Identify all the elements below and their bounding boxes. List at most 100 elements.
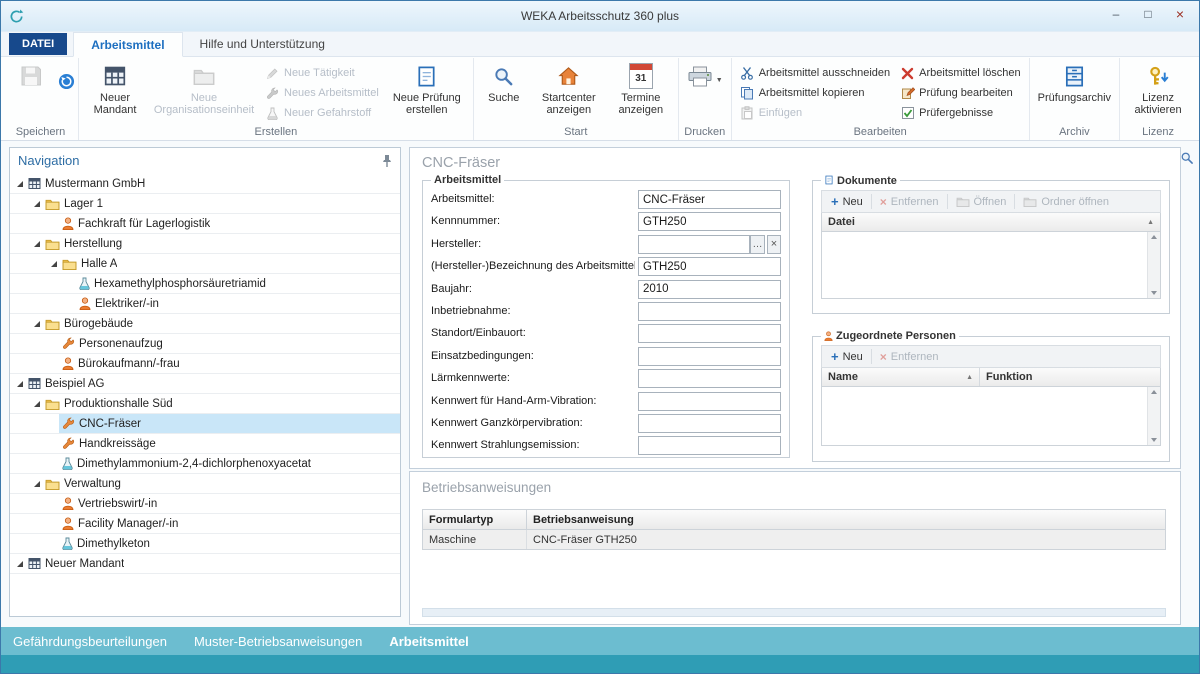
home-icon bbox=[557, 63, 580, 89]
footer-item-arbeitsmittel[interactable]: Arbeitsmittel bbox=[389, 634, 468, 649]
scroll-up-icon[interactable] bbox=[1151, 390, 1157, 394]
standort-input[interactable] bbox=[638, 324, 781, 344]
hersteller-browse-button[interactable]: … bbox=[750, 234, 765, 254]
neue-taetigkeit-button[interactable]: Neue Tätigkeit bbox=[260, 63, 384, 83]
termine-anzeigen-button[interactable]: 31 Termine anzeigen bbox=[607, 59, 675, 118]
column-header-name[interactable]: Name ▲ bbox=[822, 368, 980, 386]
tree-item-dimethylammonium-dichlorphenoxyacetat[interactable]: Dimethylammonium-2,4-dichlorphenoxyaceta… bbox=[10, 454, 400, 474]
arbeitsmittel-kopieren-button[interactable]: Arbeitsmittel kopieren bbox=[735, 83, 895, 103]
einfuegen-button[interactable]: Einfügen bbox=[735, 103, 895, 123]
arbeitsmittel-input[interactable] bbox=[638, 190, 781, 209]
minimize-button[interactable]: – bbox=[1101, 4, 1131, 24]
suche-button[interactable]: Suche bbox=[477, 59, 531, 106]
tree-item-facility-manager-in[interactable]: Facility Manager/-in bbox=[10, 514, 400, 534]
dokumente-ordner-oeffnen-button[interactable]: Ordner öffnen bbox=[1016, 192, 1116, 211]
pruefung-bearbeiten-button[interactable]: Prüfung bearbeiten bbox=[895, 83, 1026, 103]
column-header-funktion[interactable]: Funktion bbox=[980, 368, 1160, 386]
horizontal-scrollbar[interactable] bbox=[422, 608, 1166, 617]
personen-entfernen-button[interactable]: × Entfernen bbox=[873, 347, 946, 366]
personen-grid-body[interactable] bbox=[821, 387, 1161, 446]
expander-icon[interactable] bbox=[14, 380, 25, 388]
hersteller-input[interactable] bbox=[638, 234, 750, 254]
search-icon[interactable] bbox=[1180, 151, 1194, 168]
tree-item-verwaltung[interactable]: Verwaltung bbox=[10, 474, 400, 494]
tab-hilfe-und-unterstuetzung[interactable]: Hilfe und Unterstützung bbox=[183, 32, 342, 56]
tree-item-neuer-mandant[interactable]: Neuer Mandant bbox=[10, 554, 400, 574]
tree-item-cnc-fraeser[interactable]: CNC-Fräser bbox=[10, 414, 400, 434]
dokumente-oeffnen-button[interactable]: Öffnen bbox=[949, 192, 1014, 211]
strahlungsemission-input[interactable] bbox=[638, 436, 781, 456]
scroll-down-icon[interactable] bbox=[1151, 438, 1157, 442]
personen-neu-button[interactable]: + Neu bbox=[824, 347, 870, 366]
field-label-arbeitsmittel: Arbeitsmittel: bbox=[431, 193, 495, 205]
tree-item-buerokaufmann-frau[interactable]: Bürokaufmann/-frau bbox=[10, 354, 400, 374]
arbeitsmittel-loeschen-button[interactable]: Arbeitsmittel löschen bbox=[895, 63, 1026, 83]
tab-arbeitsmittel[interactable]: Arbeitsmittel bbox=[73, 32, 183, 57]
neuer-mandant-button[interactable]: Neuer Mandant bbox=[82, 59, 148, 118]
dokumente-grid-body[interactable] bbox=[821, 232, 1161, 299]
neuer-gefahrstoff-button[interactable]: Neuer Gefahrstoff bbox=[260, 103, 384, 123]
tree-item-fachkraft-fuer-lagerlogistik[interactable]: Fachkraft für Lagerlogistik bbox=[10, 214, 400, 234]
tree-item-personenaufzug[interactable]: Personenaufzug bbox=[10, 334, 400, 354]
laermkennwerte-input[interactable] bbox=[638, 369, 781, 389]
column-header-formulartyp[interactable]: Formulartyp bbox=[423, 510, 527, 529]
expander-icon[interactable] bbox=[31, 480, 42, 488]
scroll-up-icon[interactable] bbox=[1151, 235, 1157, 239]
drucken-button[interactable]: ▼ bbox=[682, 59, 728, 92]
sync-button[interactable] bbox=[58, 73, 75, 93]
neue-organisationseinheit-button[interactable]: Neue Organisationseinheit bbox=[148, 59, 260, 118]
tree-item-elektriker-in[interactable]: Elektriker/-in bbox=[10, 294, 400, 314]
inbetriebnahme-input[interactable] bbox=[638, 301, 781, 321]
speichern-button[interactable] bbox=[6, 59, 56, 94]
tree-item-hexamethylphosphorsaeuretriamid[interactable]: Hexamethylphosphorsäuretriamid bbox=[10, 274, 400, 294]
kennnummer-input[interactable] bbox=[638, 212, 781, 232]
dokumente-entfernen-button[interactable]: × Entfernen bbox=[873, 192, 946, 211]
footer-item-muster-betriebsanweisungen[interactable]: Muster-Betriebsanweisungen bbox=[194, 634, 362, 649]
expander-icon[interactable] bbox=[48, 260, 59, 268]
close-button[interactable]: × bbox=[1165, 4, 1195, 24]
maximize-button[interactable]: □ bbox=[1133, 4, 1163, 24]
column-header-datei[interactable]: Datei ▲ bbox=[822, 213, 1160, 231]
tree-item-produktionshalle-sued[interactable]: Produktionshalle Süd bbox=[10, 394, 400, 414]
vertical-scrollbar[interactable] bbox=[1147, 232, 1160, 298]
column-header-betriebsanweisung[interactable]: Betriebsanweisung bbox=[527, 510, 1165, 529]
file-menu-button[interactable]: DATEI bbox=[9, 33, 68, 55]
bezeichnung-input[interactable] bbox=[638, 257, 781, 277]
neue-pruefung-erstellen-button[interactable]: Neue Prüfung erstellen bbox=[384, 59, 470, 118]
tree-item-halle-a[interactable]: Halle A bbox=[10, 254, 400, 274]
tree-item-herstellung[interactable]: Herstellung bbox=[10, 234, 400, 254]
neues-arbeitsmittel-button[interactable]: Neues Arbeitsmittel bbox=[260, 83, 384, 103]
chevron-down-icon[interactable]: ▼ bbox=[716, 75, 723, 87]
zugeordnete-personen-legend: Zugeordnete Personen bbox=[821, 330, 959, 342]
tree-item-beispiel-ag[interactable]: Beispiel AG bbox=[10, 374, 400, 394]
pin-icon[interactable] bbox=[382, 154, 392, 168]
refresh-icon[interactable] bbox=[9, 9, 24, 24]
pruefergebnisse-button[interactable]: Prüfergebnisse bbox=[895, 103, 1026, 123]
table-row[interactable]: Maschine CNC-Fräser GTH250 bbox=[422, 530, 1166, 550]
scroll-down-icon[interactable] bbox=[1151, 291, 1157, 295]
tree-item-handkreissaege[interactable]: Handkreissäge bbox=[10, 434, 400, 454]
vertical-scrollbar[interactable] bbox=[1147, 387, 1160, 445]
hersteller-clear-button[interactable]: × bbox=[767, 234, 781, 254]
expander-icon[interactable] bbox=[31, 240, 42, 248]
lizenz-aktivieren-button[interactable]: Lizenz aktivieren bbox=[1123, 59, 1193, 118]
tree-item-lager-1[interactable]: Lager 1 bbox=[10, 194, 400, 214]
expander-icon[interactable] bbox=[31, 400, 42, 408]
baujahr-input[interactable] bbox=[638, 279, 781, 299]
expander-icon[interactable] bbox=[31, 320, 42, 328]
expander-icon[interactable] bbox=[14, 180, 25, 188]
hand-arm-vibration-input[interactable] bbox=[638, 391, 781, 411]
tree-item-vertriebswirt-in[interactable]: Vertriebswirt/-in bbox=[10, 494, 400, 514]
pruefungsarchiv-button[interactable]: Prüfungsarchiv bbox=[1033, 59, 1116, 106]
tree-item-mustermann-gmbh[interactable]: Mustermann GmbH bbox=[10, 174, 400, 194]
dokumente-neu-button[interactable]: + Neu bbox=[824, 192, 870, 211]
footer-item-gefaehrdungsbeurteilungen[interactable]: Gefährdungsbeurteilungen bbox=[13, 634, 167, 649]
expander-icon[interactable] bbox=[31, 200, 42, 208]
ganzkoerpervibration-input[interactable] bbox=[638, 413, 781, 433]
tree-item-buerogebaeude[interactable]: Bürogebäude bbox=[10, 314, 400, 334]
expander-icon[interactable] bbox=[14, 560, 25, 568]
startcenter-anzeigen-button[interactable]: Startcenter anzeigen bbox=[531, 59, 607, 118]
tree-item-dimethylketon[interactable]: Dimethylketon bbox=[10, 534, 400, 554]
arbeitsmittel-ausschneiden-button[interactable]: Arbeitsmittel ausschneiden bbox=[735, 63, 895, 83]
einsatzbedingungen-input[interactable] bbox=[638, 346, 781, 366]
